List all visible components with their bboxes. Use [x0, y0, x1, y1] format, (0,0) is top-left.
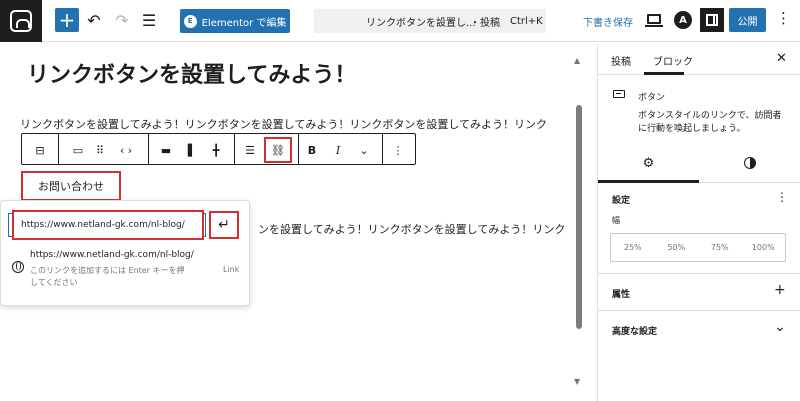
settings-sidebar-icon[interactable]: [700, 8, 724, 32]
chevron-down-icon[interactable]: ⌄: [774, 319, 786, 335]
suggestion-type: Link: [223, 265, 240, 274]
contact-button-label[interactable]: お問い合わせ: [38, 178, 104, 194]
justify-icon[interactable]: ▬: [156, 140, 176, 160]
settings-tab[interactable]: ⚙: [598, 143, 699, 183]
edit-with-elementor-button[interactable]: E Elementor で編集: [180, 9, 290, 33]
attributes-title: 属性: [612, 290, 631, 300]
drag-handle-icon[interactable]: ⠿: [90, 140, 110, 160]
width-button-group: 25% 50% 75% 100%: [610, 233, 786, 262]
tab-post[interactable]: 投稿: [611, 53, 631, 68]
width-option-75[interactable]: 75%: [698, 234, 742, 261]
text-align-icon[interactable]: ☰: [240, 140, 260, 160]
toolbar-divider: [148, 134, 149, 164]
paragraph-block-2[interactable]: ンを設置してみよう！リンクボタンを設置してみよう！リンク: [258, 221, 565, 237]
active-tab-indicator: [644, 72, 684, 75]
attributes-panel[interactable]: 属性 +: [598, 273, 800, 310]
block-name: ボタン: [638, 93, 666, 103]
settings-section-title: 設定: [612, 196, 631, 206]
toolbar-divider: [234, 134, 235, 164]
button-block-icon[interactable]: ⊟: [30, 140, 50, 160]
width-option-50[interactable]: 50%: [655, 234, 699, 261]
tab-block[interactable]: ブロック: [653, 53, 693, 68]
align-left-icon[interactable]: ▌: [182, 140, 202, 160]
close-icon[interactable]: ✕: [776, 51, 787, 66]
editor-top-bar: + ↶ ↷ ☰ E Elementor で編集 リンクボタンを設置し... ・投…: [0, 0, 800, 42]
astra-icon[interactable]: A: [674, 11, 692, 29]
save-draft-button[interactable]: 下書き保存: [583, 14, 633, 29]
block-toolbar: ⊟ ▭ ⠿ ‹ › ▬ ▌ ╋ ☰ ⛓ B I ⌄ ⋮: [21, 133, 416, 165]
undo-icon[interactable]: ↶: [82, 8, 106, 32]
scroll-down-arrow-icon[interactable]: ▼: [574, 377, 580, 386]
list-view-icon[interactable]: ☰: [137, 8, 161, 32]
command-shortcut: Ctrl+K: [510, 15, 543, 27]
globe-icon: [12, 261, 24, 273]
toolbar-divider: [382, 134, 383, 164]
block-inspector-tabs: ⚙: [598, 143, 800, 183]
preview-icon[interactable]: [645, 14, 663, 27]
bold-icon[interactable]: B: [302, 140, 322, 160]
suggestion-description: このリンクを追加するには Enter キーを押してください: [30, 266, 185, 287]
link-icon[interactable]: ⛓: [264, 137, 292, 163]
button-icon[interactable]: ▭: [68, 140, 88, 160]
scroll-up-arrow-icon[interactable]: ▲: [574, 56, 580, 65]
elementor-label: Elementor で編集: [201, 17, 287, 29]
width-label: 幅: [612, 216, 620, 225]
toolbar-divider: [58, 134, 59, 164]
gear-icon: ⚙: [642, 155, 655, 171]
settings-options-icon[interactable]: ⋮: [776, 190, 788, 204]
sidebar-tabs: 投稿 ブロック ✕: [598, 43, 800, 75]
link-suggestion-item[interactable]: https://www.netland-gk.com/nl-blog/ このリン…: [1, 246, 249, 296]
italic-icon[interactable]: I: [328, 140, 348, 160]
toolbar-divider: [298, 134, 299, 164]
canvas-scrollbar[interactable]: [576, 105, 582, 329]
options-icon[interactable]: ⋮: [388, 140, 408, 160]
command-palette-bar[interactable]: リンクボタンを設置し... ・投稿 Ctrl+K: [314, 9, 546, 33]
styles-icon: [744, 157, 756, 169]
chevron-down-icon[interactable]: ⌄: [354, 140, 374, 160]
command-post-title: リンクボタンを設置し...: [366, 17, 476, 29]
advanced-title: 高度な設定: [612, 327, 658, 337]
move-arrows-icon[interactable]: ‹ ›: [116, 140, 136, 160]
settings-sidebar: 投稿 ブロック ✕ ボタン ボタンスタイルのリンクで、訪問者に行動を喚起しましょ…: [597, 43, 800, 401]
align-center-icon[interactable]: ╋: [206, 140, 226, 160]
plus-icon[interactable]: +: [774, 282, 786, 298]
submit-link-button[interactable]: ↵: [209, 211, 239, 239]
width-option-25[interactable]: 25%: [611, 234, 655, 261]
active-subtab-indicator: [598, 180, 699, 183]
button-block-icon: [613, 90, 625, 98]
url-input[interactable]: https://www.netland-gk.com/nl-blog/: [12, 210, 204, 240]
redo-icon[interactable]: ↷: [110, 8, 134, 32]
suggestion-url: https://www.netland-gk.com/nl-blog/: [30, 250, 194, 260]
site-logo-icon[interactable]: [0, 0, 42, 42]
paragraph-block[interactable]: リンクボタンを設置してみよう！リンクボタンを設置してみよう！リンクボタンを設置し…: [20, 116, 547, 132]
more-options-icon[interactable]: ⋮: [776, 9, 791, 27]
styles-tab[interactable]: [699, 143, 800, 183]
advanced-panel[interactable]: 高度な設定 ⌄: [598, 310, 800, 347]
command-post-type: ・投稿: [470, 17, 500, 29]
contact-button-block[interactable]: お問い合わせ: [21, 171, 121, 201]
add-block-button[interactable]: +: [55, 8, 79, 32]
publish-button[interactable]: 公開: [729, 8, 766, 32]
width-option-100[interactable]: 100%: [742, 234, 786, 261]
page-title[interactable]: リンクボタンを設置してみよう！: [27, 57, 356, 89]
elementor-icon: E: [183, 14, 197, 28]
block-description: ボタンスタイルのリンクで、訪問者に行動を喚起しましょう。: [638, 111, 782, 134]
